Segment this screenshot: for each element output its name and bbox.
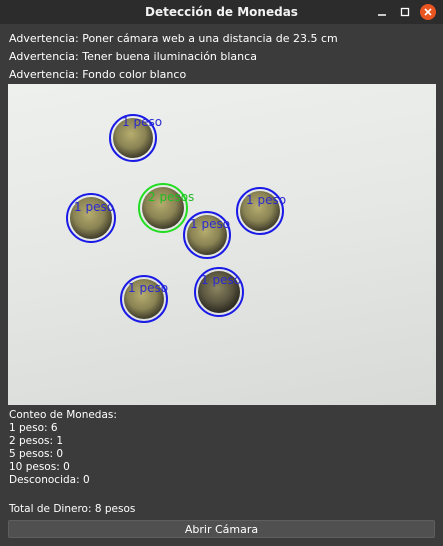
- count-10-pesos: 10 pesos: 0: [9, 461, 70, 473]
- title-bar: Detección de Monedas: [0, 0, 443, 24]
- count-1-peso: 1 peso: 6: [9, 422, 58, 434]
- coin-detection: 1 peso: [236, 187, 286, 235]
- open-camera-button[interactable]: Abrir Cámara: [8, 520, 435, 538]
- camera-feed: 1 peso 2 pesos 1 peso 1 peso 1 peso 1 pe…: [8, 84, 436, 405]
- count-2-pesos: 2 pesos: 1: [9, 435, 64, 447]
- coin-label: 1 peso: [190, 217, 230, 231]
- count-unknown: Desconocida: 0: [9, 474, 90, 486]
- coin-label: 1 peso: [122, 115, 162, 129]
- coin-detection: 1 peso: [183, 211, 231, 259]
- maximize-button[interactable]: [397, 4, 413, 20]
- coin-label: 1 peso: [201, 273, 241, 287]
- coin-detection: 1 peso: [66, 193, 116, 243]
- warning-lighting: Advertencia: Tener buena iluminación bla…: [9, 50, 257, 63]
- coin-label: 1 peso: [246, 193, 286, 207]
- coin-detection: 1 peso: [194, 267, 244, 317]
- warning-distance: Advertencia: Poner cámara web a una dist…: [9, 32, 338, 45]
- minimize-button[interactable]: [374, 4, 390, 20]
- count-5-pesos: 5 pesos: 0: [9, 448, 64, 460]
- close-icon: [424, 8, 432, 16]
- warning-background: Advertencia: Fondo color blanco: [9, 68, 187, 81]
- minimize-icon: [378, 14, 386, 16]
- coin-detection: 1 peso: [120, 275, 168, 323]
- count-heading: Conteo de Monedas:: [9, 409, 117, 421]
- coin-label: 1 peso: [74, 200, 114, 214]
- coin-label: 2 pesos: [148, 190, 194, 204]
- coin-label: 1 peso: [128, 281, 168, 295]
- close-button[interactable]: [420, 4, 436, 20]
- total-money: Total de Dinero: 8 pesos: [9, 503, 136, 515]
- maximize-icon: [400, 7, 410, 17]
- coin-detection: 1 peso: [109, 114, 162, 162]
